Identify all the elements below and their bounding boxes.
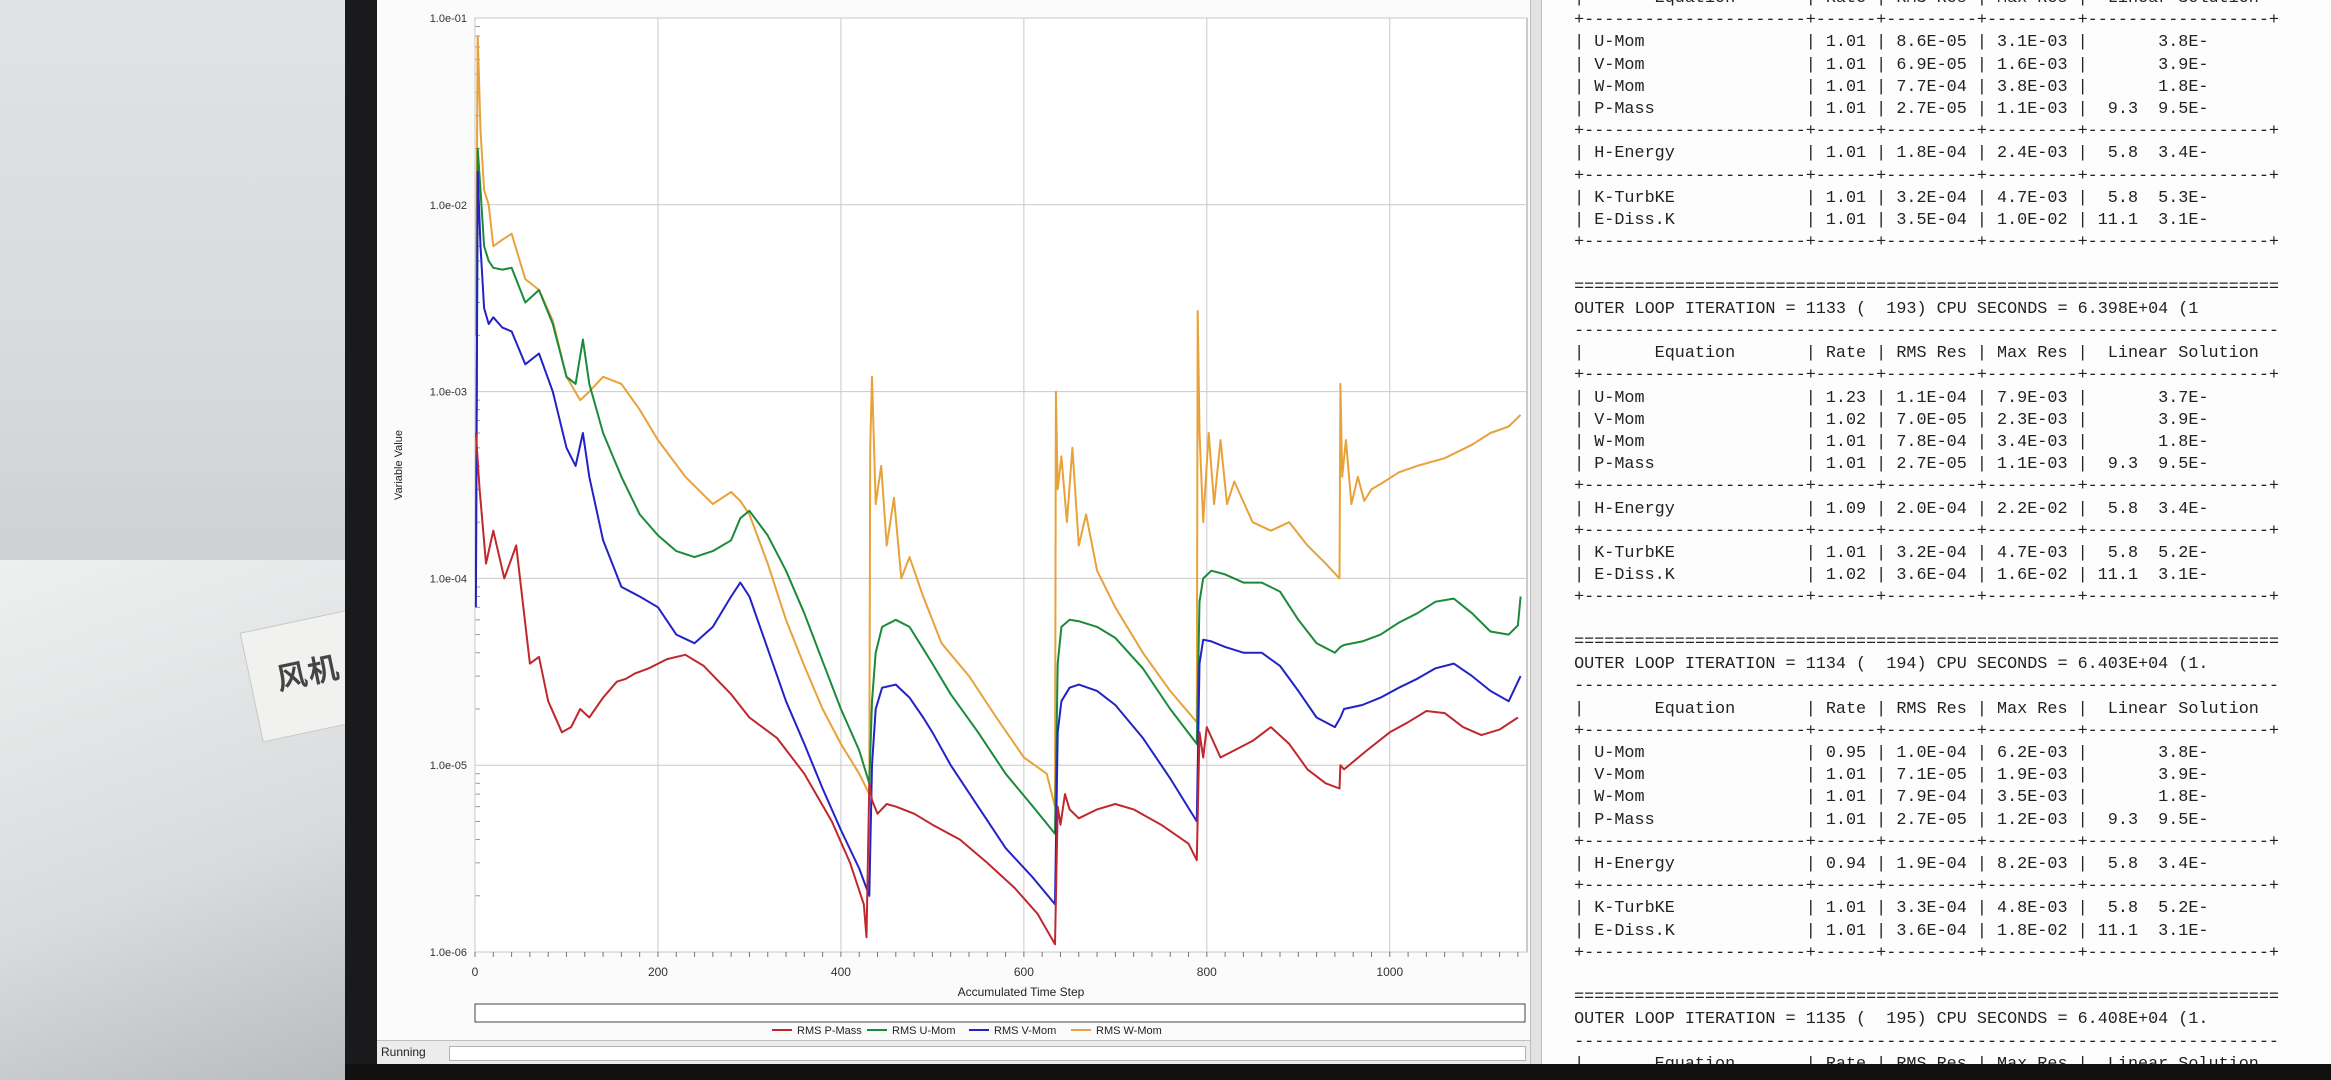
solver-output-line: | U-Mom | 1.23 | 1.1E-04 | 7.9E-03 | 3.7… (1574, 388, 2209, 408)
solver-output-line: ----------------------------------------… (1574, 677, 2279, 697)
solver-output-line: +----------------------+------+---------… (1574, 11, 2279, 31)
solver-output-line: | Equation | Rate | RMS Res | Max Res | … (1564, 0, 2259, 8)
status-bar: Running (377, 1040, 1530, 1064)
solver-output-line: +----------------------+------+---------… (1574, 233, 2279, 253)
solver-output-line: | P-Mass | 1.01 | 2.7E-05 | 1.2E-03 | 9.… (1574, 810, 2209, 830)
solver-output-line: | Equation | Rate | RMS Res | Max Res | … (1564, 1055, 2259, 1064)
y-tick-label: 1.0e-02 (430, 200, 467, 212)
solver-output-line: +----------------------+------+---------… (1574, 877, 2279, 897)
x-tick-label: 0 (472, 965, 479, 979)
solver-output-line: +----------------------+------+---------… (1574, 477, 2279, 497)
x-tick-label: 1000 (1376, 965, 1403, 979)
monitor-screen: 1.0e-06 1.0e-05 1.0e-04 1.0e-03 1.0e-02 1.0e-… (377, 0, 2331, 1064)
solver-output-line: | P-Mass | 1.01 | 2.7E-05 | 1.1E-03 | 9.… (1574, 455, 2209, 475)
solver-output-line: | H-Energy | 0.94 | 1.9E-04 | 8.2E-03 | … (1574, 854, 2209, 874)
solver-output-line: +----------------------+------+---------… (1574, 521, 2279, 541)
y-axis-title: Variable Value (393, 430, 405, 500)
solver-output-line: | V-Mom | 1.01 | 7.1E-05 | 1.9E-03 | 3.9… (1574, 766, 2209, 786)
solver-output-line: | K-TurbKE | 1.01 | 3.2E-04 | 4.7E-03 | … (1574, 188, 2209, 208)
y-tick-label: 1.0e-04 (430, 573, 467, 585)
solver-output-line: | U-Mom | 0.95 | 1.0E-04 | 6.2E-03 | 3.8… (1574, 743, 2209, 763)
solver-output-line: | P-Mass | 1.01 | 2.7E-05 | 1.1E-03 | 9.… (1574, 100, 2209, 120)
residual-plot-pane: 1.0e-06 1.0e-05 1.0e-04 1.0e-03 1.0e-02 1.0e-… (377, 0, 1531, 1064)
solver-output-text: | Equation | Rate | RMS Res | Max Res | … (1564, 0, 2279, 1064)
solver-output-line: ========================================… (1574, 988, 2279, 1008)
solver-output-line: +----------------------+------+---------… (1574, 366, 2279, 386)
solver-output-line: +----------------------+------+---------… (1574, 588, 2279, 608)
solver-output-line: +----------------------+------+---------… (1574, 832, 2279, 852)
y-tick-label: 1.0e-06 (430, 947, 467, 959)
legend-label: RMS U-Mom (892, 1025, 956, 1037)
y-tick-label: 1.0e-01 (430, 13, 467, 25)
solver-output-line: ----------------------------------------… (1574, 1032, 2279, 1052)
legend-label: RMS P-Mass (797, 1025, 862, 1037)
solver-output-line: | H-Energy | 1.09 | 2.0E-04 | 2.2E-02 | … (1574, 499, 2209, 519)
solver-output-line: +----------------------+------+---------… (1574, 122, 2279, 142)
solver-output-line: | K-TurbKE | 1.01 | 3.2E-04 | 4.7E-03 | … (1574, 544, 2209, 564)
solver-output-line: +----------------------+------+---------… (1574, 721, 2279, 741)
x-tick-label: 600 (1014, 965, 1034, 979)
status-text: Running (381, 1045, 426, 1059)
solver-output-line: | V-Mom | 1.01 | 6.9E-05 | 1.6E-03 | 3.9… (1574, 55, 2209, 75)
progress-bar (449, 1046, 1526, 1061)
solver-output-line: ========================================… (1574, 632, 2279, 652)
solver-output-line: | W-Mom | 1.01 | 7.7E-04 | 3.8E-03 | 1.8… (1574, 77, 2209, 97)
solver-output-line: | V-Mom | 1.02 | 7.0E-05 | 2.3E-03 | 3.9… (1574, 410, 2209, 430)
solver-output-line: ----------------------------------------… (1574, 322, 2279, 342)
solver-output-line: | Equation | Rate | RMS Res | Max Res | … (1574, 344, 2259, 364)
legend-label: RMS W-Mom (1096, 1025, 1162, 1037)
solver-output-line: | H-Energy | 1.01 | 1.8E-04 | 2.4E-03 | … (1574, 144, 2209, 164)
x-tick-label: 800 (1197, 965, 1217, 979)
pane-splitter[interactable] (1530, 0, 1542, 1064)
legend-box (474, 1003, 1526, 1023)
legend-label: RMS V-Mom (994, 1025, 1056, 1037)
solver-output-line: | Equation | Rate | RMS Res | Max Res | … (1574, 699, 2259, 719)
solver-output-line: | E-Diss.K | 1.01 | 3.5E-04 | 1.0E-02 | … (1574, 211, 2209, 231)
x-axis-title: Accumulated Time Step (958, 985, 1085, 999)
solver-output-line: | E-Diss.K | 1.02 | 3.6E-04 | 1.6E-02 | … (1574, 566, 2209, 586)
plot-area (474, 17, 1528, 953)
monitor-bezel (345, 0, 377, 1080)
solver-output-line: +----------------------+------+---------… (1574, 166, 2279, 186)
residual-chart[interactable]: 1.0e-06 1.0e-05 1.0e-04 1.0e-03 1.0e-02 1.0e-… (377, 0, 1530, 1040)
x-tick-label: 400 (831, 965, 851, 979)
solver-output-line: OUTER LOOP ITERATION = 1134 ( 194) CPU S… (1574, 655, 2209, 675)
y-tick-label: 1.0e-05 (430, 760, 467, 772)
monitor-bezel-bottom (345, 1064, 2331, 1080)
x-tick-label: 200 (648, 965, 668, 979)
solver-output-line: OUTER LOOP ITERATION = 1135 ( 195) CPU S… (1574, 1010, 2209, 1030)
solver-output-line: ========================================… (1574, 277, 2279, 297)
solver-output-pane[interactable]: | Equation | Rate | RMS Res | Max Res | … (1542, 0, 2331, 1064)
solver-output-line: | U-Mom | 1.01 | 8.6E-05 | 3.1E-03 | 3.8… (1574, 33, 2209, 53)
solver-output-line: | W-Mom | 1.01 | 7.9E-04 | 3.5E-03 | 1.8… (1574, 788, 2209, 808)
solver-output-line: | E-Diss.K | 1.01 | 3.6E-04 | 1.8E-02 | … (1574, 921, 2209, 941)
y-tick-label: 1.0e-03 (430, 387, 467, 399)
solver-output-line: +----------------------+------+---------… (1574, 943, 2279, 963)
solver-output-line: OUTER LOOP ITERATION = 1133 ( 193) CPU S… (1574, 299, 2199, 319)
solver-output-line: | W-Mom | 1.01 | 7.8E-04 | 3.4E-03 | 1.8… (1574, 433, 2209, 453)
solver-output-line: | K-TurbKE | 1.01 | 3.3E-04 | 4.8E-03 | … (1574, 899, 2209, 919)
